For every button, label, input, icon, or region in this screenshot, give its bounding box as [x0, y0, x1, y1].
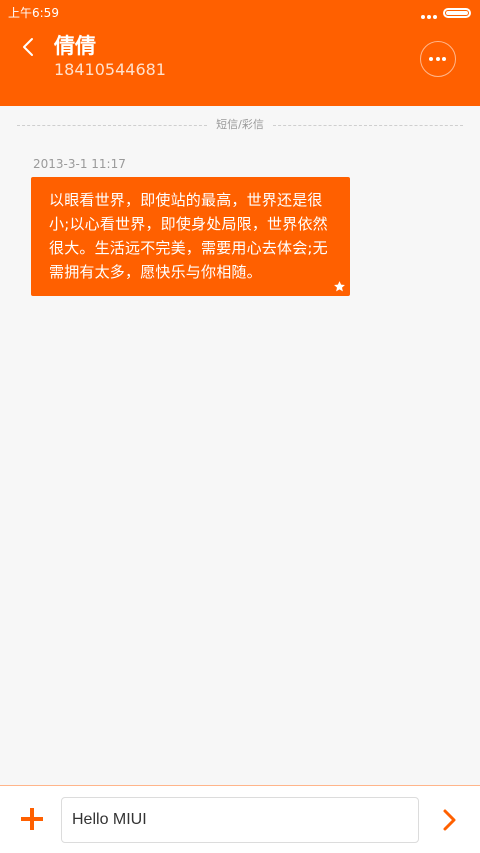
divider-line-left: [17, 125, 207, 126]
chevron-left-icon: [23, 38, 33, 56]
add-attachment-button[interactable]: [19, 806, 45, 832]
send-button[interactable]: [437, 807, 461, 833]
message-input[interactable]: [61, 797, 419, 843]
divider-line-right: [273, 125, 463, 126]
contact-name: 倩倩: [54, 34, 96, 58]
back-button[interactable]: [14, 32, 44, 62]
plus-icon: [21, 808, 43, 830]
message-text: 以眼看世界，即使站的最高，世界还是很小;以心看世界，即使身处局限，世界依然很大。…: [49, 191, 328, 281]
message-type-divider: 短信/彩信: [17, 116, 463, 134]
composer-bar: [0, 785, 480, 853]
conversation-header: 上午6:59 倩倩 18410544681: [0, 0, 480, 106]
status-time: 上午6:59: [8, 6, 59, 20]
star-icon: [334, 281, 345, 292]
signal-dots-icon: [421, 15, 437, 19]
message-bubble[interactable]: 以眼看世界，即使站的最高，世界还是很小;以心看世界，即使身处局限，世界依然很大。…: [31, 177, 350, 296]
contact-number: 18410544681: [54, 60, 166, 79]
chevron-right-icon: [443, 809, 456, 831]
more-dots-icon: [429, 57, 433, 61]
conversation-screen: 上午6:59 倩倩 18410544681 短信/彩信 2013-3-1 11:…: [0, 0, 480, 853]
battery-icon: [443, 8, 471, 18]
more-button[interactable]: [420, 41, 456, 77]
message-timestamp: 2013-3-1 11:17: [33, 157, 126, 171]
